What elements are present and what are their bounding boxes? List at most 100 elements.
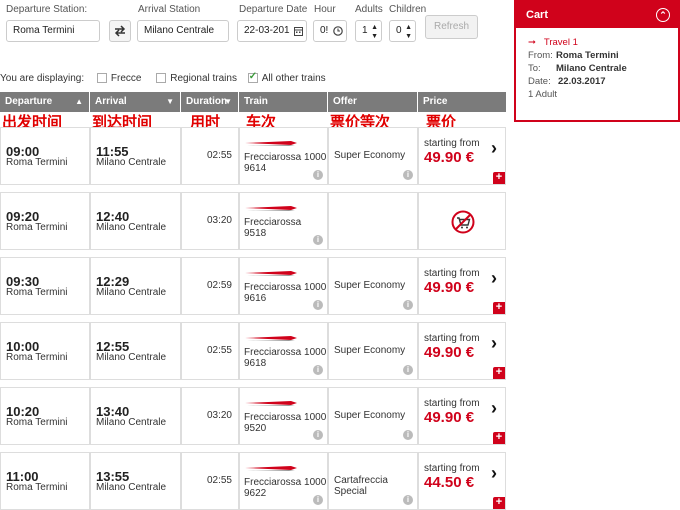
header-duration[interactable]: Duration ▼ [181,92,239,112]
table-row[interactable]: 09:20 Roma Termini 12:40 Milano Centrale 03:… [0,192,506,250]
select-arrows-icon: ▲ ▼ [405,24,412,40]
train-name-line1: Frecciarossa 1000 [244,412,327,423]
price-cell[interactable]: starting from 44.50 € › + [418,452,506,510]
train-cell: Frecciarossa 1000 9616 i [239,257,328,315]
chevron-right-icon[interactable]: › [491,333,497,354]
departure-station-input[interactable]: Roma Termini [6,20,100,42]
departure-cell: 09:00 Roma Termini [0,127,90,185]
price-cell[interactable]: starting from 49.90 € › + [418,127,506,185]
arrival-station: Milano Centrale [96,482,167,493]
price-value: 49.90 € [424,149,475,166]
chevron-right-icon[interactable]: › [491,138,497,159]
header-price: Price [423,96,448,107]
cart-travel-label: Travel 1 [543,37,578,48]
chevron-up-icon[interactable]: ⌃ [656,8,670,22]
refresh-button[interactable]: Refresh [425,15,478,39]
price-cell[interactable]: starting from 49.90 € › + [418,257,506,315]
departure-date-input[interactable]: 22-03-201 [237,20,307,42]
info-icon[interactable]: i [403,430,413,440]
arrival-cell: 13:55 Milano Centrale [90,452,181,510]
train-name-line1: Frecciarossa 1000 [244,152,327,163]
hour-value: 0! [320,25,329,36]
info-icon[interactable]: i [313,495,323,505]
price-value: 49.90 € [424,344,475,361]
header-departure[interactable]: Departure ▲ [0,92,90,112]
duration-value: 03:20 [206,215,232,226]
arrival-station-input[interactable]: Milano Centrale [137,20,229,42]
header-arrival[interactable]: Arrival ▼ [90,92,181,112]
add-to-cart-icon[interactable]: + [493,432,505,444]
cart-title: Cart [526,9,549,21]
add-to-cart-icon[interactable]: + [493,172,505,184]
departure-date-value: 22-03-201 [244,25,290,36]
offer-cell: Super Economy i [328,322,418,380]
hour-label: Hour [314,4,336,15]
regional-label: Regional trains [170,73,237,84]
cart-header[interactable]: Cart ⌃ [516,2,678,28]
hour-input[interactable]: 0! [313,20,347,42]
add-to-cart-icon[interactable]: + [493,367,505,379]
duration-value: 02:59 [206,280,232,291]
add-to-cart-icon[interactable]: + [493,302,505,314]
swap-icon [114,25,126,37]
cart-body: ➞ Travel 1 From: Roma Termini To: Milano C… [516,28,678,101]
departure-date-label: Departure Date [239,4,308,15]
offer-cell: Super Economy i [328,387,418,445]
duration-cell: 02:55 [181,322,239,380]
frecce-checkbox[interactable] [96,73,107,83]
info-icon[interactable]: i [313,300,323,310]
train-cell: Frecciarossa 1000 9622 i [239,452,328,510]
table-row[interactable]: 11:00 Roma Termini 13:55 Milano Centrale 02:… [0,452,506,510]
sort-asc-icon: ▲ [75,97,83,106]
price-cell[interactable]: starting from 49.90 € › + [418,322,506,380]
offer-name: Cartafreccia Special [334,475,388,497]
offer-cell: Super Economy i [328,127,418,185]
chevron-right-icon[interactable]: › [491,268,497,289]
departure-station: Roma Termini [6,287,68,298]
departure-cell: 09:20 Roma Termini [0,192,90,250]
train-type-filters: You are displaying: Frecce Regional trai… [0,71,326,84]
price-cell[interactable] [418,192,506,250]
sort-desc-icon: ▼ [166,97,174,106]
cart-to-value: Milano Centrale [556,63,627,74]
cart-from-value: Roma Termini [556,50,619,61]
children-select[interactable]: 0 ▲ ▼ [389,20,416,42]
train-name-line1: Frecciarossa 1000 [244,477,327,488]
price-from-label: starting from [424,333,480,344]
regional-checkbox[interactable] [156,73,167,83]
duration-value: 02:55 [206,345,232,356]
swap-stations-button[interactable] [109,20,131,42]
other-checkbox[interactable] [247,71,258,83]
table-row[interactable]: 10:20 Roma Termini 13:40 Milano Centrale 03:… [0,387,506,445]
chevron-right-icon[interactable]: › [491,398,497,419]
price-from-label: starting from [424,268,480,279]
filter-frecce[interactable]: Frecce [96,73,141,84]
filter-other[interactable]: All other trains [247,71,326,84]
info-icon[interactable]: i [403,300,413,310]
chevron-right-icon[interactable]: › [491,463,497,484]
price-cell[interactable]: starting from 49.90 € › + [418,387,506,445]
add-to-cart-icon[interactable]: + [493,497,505,509]
train-name: Frecciarossa 9518 [244,217,301,239]
info-icon[interactable]: i [403,365,413,375]
info-icon[interactable]: i [313,365,323,375]
price-value: 49.90 € [424,409,475,426]
table-row[interactable]: 09:00 Roma Termini 11:55 Milano Centrale 02:… [0,127,506,185]
table-row[interactable]: 10:00 Roma Termini 12:55 Milano Centrale 02:… [0,322,506,380]
info-icon[interactable]: i [403,170,413,180]
duration-value: 02:55 [206,475,232,486]
adults-select[interactable]: 1 ▲ ▼ [355,20,382,42]
children-value: 0 [396,25,402,36]
sort-desc-icon: ▼ [224,97,232,106]
departure-cell: 10:00 Roma Termini [0,322,90,380]
info-icon[interactable]: i [313,430,323,440]
info-icon[interactable]: i [403,495,413,505]
duration-cell: 03:20 [181,192,239,250]
table-row[interactable]: 09:30 Roma Termini 12:29 Milano Centrale 02:… [0,257,506,315]
cart-travel[interactable]: ➞ Travel 1 [528,36,678,49]
departure-station: Roma Termini [6,482,68,493]
filter-regional[interactable]: Regional trains [156,73,237,84]
info-icon[interactable]: i [313,235,323,245]
departure-station: Roma Termini [6,352,68,363]
info-icon[interactable]: i [313,170,323,180]
